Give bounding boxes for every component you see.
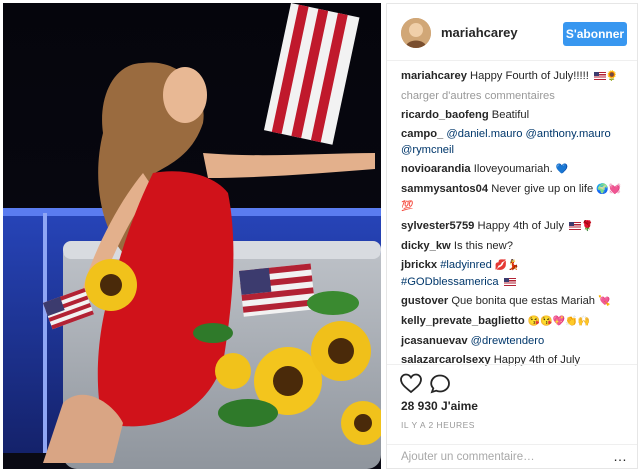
blue-heart-icon: 💙 bbox=[555, 164, 569, 175]
header-username[interactable]: mariahcarey bbox=[441, 25, 518, 40]
post-timestamp: IL Y A 2 HEURES bbox=[401, 420, 475, 430]
comment-user[interactable]: mariahcarey bbox=[401, 70, 467, 82]
avatar-image bbox=[401, 18, 431, 48]
comment-icon[interactable] bbox=[430, 374, 450, 394]
comment-user[interactable]: sammysantos04 bbox=[401, 183, 488, 195]
comment-text: Que bonita que estas Mariah bbox=[451, 295, 596, 307]
caption: mariahcarey Happy Fourth of July!!!!! 🌻 bbox=[401, 68, 629, 85]
more-icon[interactable]: … bbox=[613, 448, 627, 464]
heart-icon[interactable] bbox=[400, 373, 422, 394]
comment-hashtag[interactable]: #GODblessamerica bbox=[401, 276, 499, 288]
post-photo-illustration bbox=[3, 3, 381, 469]
comment-user[interactable]: gustover bbox=[401, 295, 448, 307]
list-item: campo_ @daniel.mauro @anthony.mauro @rym… bbox=[401, 126, 629, 158]
list-item: jbrickx #ladyinred 💋💃 #GODblessamerica bbox=[401, 257, 629, 290]
kiss-icon: 💋💃 bbox=[494, 260, 520, 271]
post-actions: 28 930 J'aime IL Y A 2 HEURES bbox=[387, 364, 637, 445]
sunflower-icon: 🌻 bbox=[605, 71, 619, 82]
comment-user[interactable]: kelly_prevate_baglietto bbox=[401, 315, 525, 327]
us-flag-icon bbox=[503, 278, 516, 287]
list-item: novioarandia Iloveyoumariah. 💙 bbox=[401, 161, 629, 178]
list-item: dicky_kw Is this new? bbox=[401, 238, 629, 254]
comment-user[interactable]: sylvester5759 bbox=[401, 220, 474, 232]
comment-text: Beatiful bbox=[491, 109, 530, 121]
action-icons bbox=[400, 373, 460, 400]
comment-user[interactable]: ricardo_baofeng bbox=[401, 109, 489, 121]
emoji-icon: 😘😘💖👏🙌 bbox=[527, 316, 591, 327]
comment-text: Never give up on life bbox=[491, 183, 594, 195]
list-item: kelly_prevate_baglietto 😘😘💖👏🙌 bbox=[401, 313, 629, 330]
follow-button[interactable]: S'abonner bbox=[563, 22, 627, 46]
likes-count[interactable]: 28 930 J'aime bbox=[401, 399, 478, 413]
add-comment-bar: Ajouter un commentaire… … bbox=[387, 444, 637, 469]
list-item: ricardo_baofeng Beatiful bbox=[401, 107, 629, 123]
comment-hashtag[interactable]: #ladyinred bbox=[440, 259, 492, 271]
avatar[interactable] bbox=[401, 18, 431, 48]
comment-mentions[interactable]: @drewtendero bbox=[471, 335, 545, 347]
list-item: jcasanuevav @drewtendero bbox=[401, 333, 629, 349]
comment-text: Is this new? bbox=[453, 240, 513, 252]
comment-user[interactable]: dicky_kw bbox=[401, 240, 451, 252]
list-item: gustover Que bonita que estas Mariah 💘 bbox=[401, 293, 629, 310]
comment-text: Happy 4th of July bbox=[477, 220, 564, 232]
comment-user[interactable]: campo_ bbox=[401, 128, 443, 140]
comment-user[interactable]: jbrickx bbox=[401, 259, 437, 271]
post-photo[interactable] bbox=[3, 3, 381, 469]
rose-icon: 🌹 bbox=[581, 221, 594, 232]
action-icons-svg bbox=[400, 373, 450, 394]
add-comment-input[interactable]: Ajouter un commentaire… bbox=[401, 451, 535, 463]
comment-user[interactable]: jcasanuevav bbox=[401, 335, 468, 347]
comment-text: Iloveyoumariah. bbox=[473, 163, 553, 175]
heart-icon: 💘 bbox=[598, 296, 611, 307]
post-panel: mariahcarey S'abonner mariahcarey Happy … bbox=[386, 3, 638, 469]
load-more-comments-link[interactable]: charger d'autres commentaires bbox=[401, 88, 629, 104]
comment-user[interactable]: novioarandia bbox=[401, 163, 471, 175]
us-flag-icon bbox=[569, 222, 582, 231]
comments-list: mariahcarey Happy Fourth of July!!!!! 🌻 … bbox=[401, 68, 629, 371]
post-header: mariahcarey S'abonner bbox=[387, 4, 637, 61]
comment-text: Happy Fourth of July!!!!! bbox=[470, 70, 589, 82]
list-item: sammysantos04 Never give up on life 🌍💓💯 bbox=[401, 181, 629, 215]
list-item: sylvester5759 Happy 4th of July 🌹 bbox=[401, 218, 629, 235]
us-flag-icon bbox=[593, 72, 606, 81]
